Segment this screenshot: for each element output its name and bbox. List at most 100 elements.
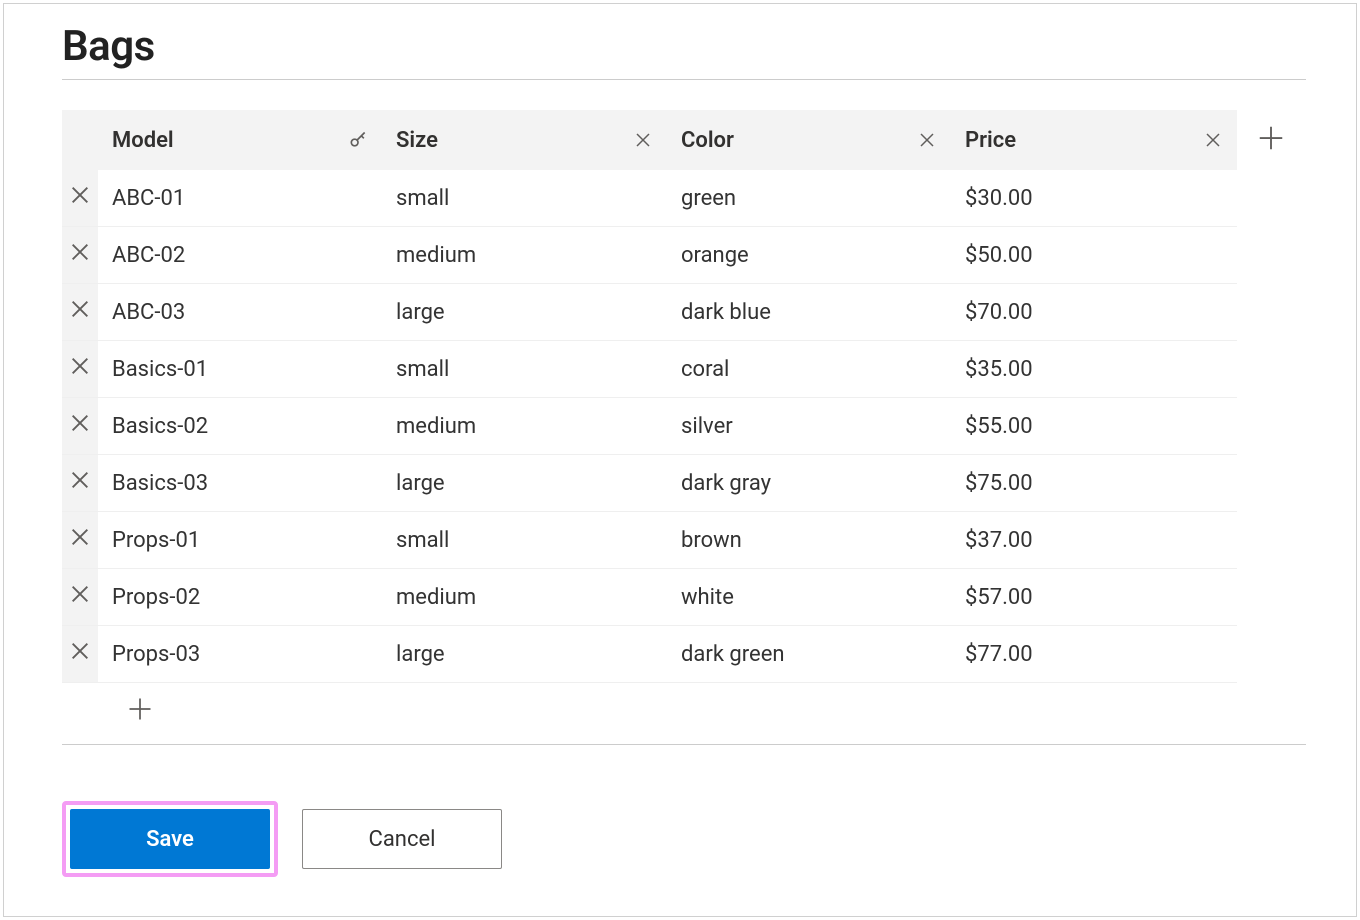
delete-row-button[interactable] [62,455,98,511]
delete-cell [62,512,98,569]
plus-icon [126,695,154,727]
cell-price[interactable]: $57.00 [951,569,1237,626]
delete-row-button[interactable] [62,284,98,340]
column-header-label: Model [112,128,174,153]
table-row: Props-02mediumwhite$57.00 [62,569,1237,626]
close-icon [69,355,91,383]
data-grid: Model Size Color [62,110,1237,682]
title-divider [62,79,1306,80]
column-header-model[interactable]: Model [98,110,382,170]
table-row: Basics-01smallcoral$35.00 [62,341,1237,398]
cell-price[interactable]: $30.00 [951,170,1237,227]
table-row: ABC-02mediumorange$50.00 [62,227,1237,284]
table-row: ABC-03largedark blue$70.00 [62,284,1237,341]
column-header-color[interactable]: Color [667,110,951,170]
cell-color[interactable]: coral [667,341,951,398]
close-icon [69,412,91,440]
cell-model[interactable]: Basics-03 [98,455,382,512]
editor-window: Bags Model Size [3,3,1357,917]
table-row: Props-03largedark green$77.00 [62,626,1237,683]
cell-color[interactable]: dark gray [667,455,951,512]
column-header-row: Model Size Color [62,110,1237,170]
delete-cell [62,398,98,455]
remove-column-icon[interactable] [1199,126,1227,154]
delete-row-button[interactable] [62,227,98,283]
column-header-label: Color [681,128,734,153]
remove-column-icon[interactable] [913,126,941,154]
grid-area: Model Size Color [62,110,1306,682]
add-row-button[interactable] [110,683,170,739]
cell-model[interactable]: ABC-03 [98,284,382,341]
cell-model[interactable]: Props-03 [98,626,382,683]
cell-price[interactable]: $35.00 [951,341,1237,398]
cell-color[interactable]: dark green [667,626,951,683]
close-icon [69,583,91,611]
column-header-label: Size [396,128,438,153]
table-row: Props-01smallbrown$37.00 [62,512,1237,569]
delete-row-button[interactable] [62,626,98,682]
table-row: ABC-01smallgreen$30.00 [62,170,1237,227]
cell-size[interactable]: small [382,341,667,398]
cell-price[interactable]: $37.00 [951,512,1237,569]
cell-price[interactable]: $77.00 [951,626,1237,683]
close-icon [69,526,91,554]
cell-model[interactable]: Props-02 [98,569,382,626]
delete-cell [62,284,98,341]
column-header-price[interactable]: Price [951,110,1237,170]
table-row: Basics-02mediumsilver$55.00 [62,398,1237,455]
page-title: Bags [62,22,1306,71]
cell-size[interactable]: medium [382,227,667,284]
delete-cell [62,455,98,512]
remove-column-icon[interactable] [629,126,657,154]
cell-size[interactable]: small [382,170,667,227]
cell-size[interactable]: medium [382,569,667,626]
cell-price[interactable]: $55.00 [951,398,1237,455]
delete-cell [62,227,98,284]
delete-row-button[interactable] [62,512,98,568]
add-row-area [62,682,1237,738]
close-icon [69,298,91,326]
table-row: Basics-03largedark gray$75.00 [62,455,1237,512]
cell-model[interactable]: Basics-01 [98,341,382,398]
cell-color[interactable]: dark blue [667,284,951,341]
button-bar: Save Cancel [62,801,1306,877]
delete-row-button[interactable] [62,398,98,454]
delete-row-button[interactable] [62,341,98,397]
delete-cell [62,626,98,683]
cancel-button[interactable]: Cancel [302,809,502,869]
key-icon[interactable] [344,126,372,154]
column-header-label: Price [965,128,1016,153]
cell-size[interactable]: small [382,512,667,569]
cell-size[interactable]: large [382,626,667,683]
column-header-size[interactable]: Size [382,110,667,170]
cell-color[interactable]: green [667,170,951,227]
delete-row-button[interactable] [62,170,98,226]
delete-cell [62,170,98,227]
cell-color[interactable]: white [667,569,951,626]
footer-divider [62,744,1306,745]
save-button[interactable]: Save [70,809,270,869]
save-highlight: Save [62,801,278,877]
cell-model[interactable]: ABC-02 [98,227,382,284]
cell-size[interactable]: large [382,284,667,341]
delete-cell [62,569,98,626]
cell-color[interactable]: silver [667,398,951,455]
cell-price[interactable]: $75.00 [951,455,1237,512]
column-header-delete [62,110,98,170]
cell-model[interactable]: Props-01 [98,512,382,569]
cell-size[interactable]: large [382,455,667,512]
cell-price[interactable]: $70.00 [951,284,1237,341]
cell-price[interactable]: $50.00 [951,227,1237,284]
cell-model[interactable]: Basics-02 [98,398,382,455]
delete-row-button[interactable] [62,569,98,625]
delete-cell [62,341,98,398]
cell-color[interactable]: orange [667,227,951,284]
close-icon [69,469,91,497]
close-icon [69,184,91,212]
plus-icon [1256,123,1286,157]
cell-size[interactable]: medium [382,398,667,455]
add-column-button[interactable] [1241,110,1301,170]
cell-model[interactable]: ABC-01 [98,170,382,227]
close-icon [69,241,91,269]
cell-color[interactable]: brown [667,512,951,569]
